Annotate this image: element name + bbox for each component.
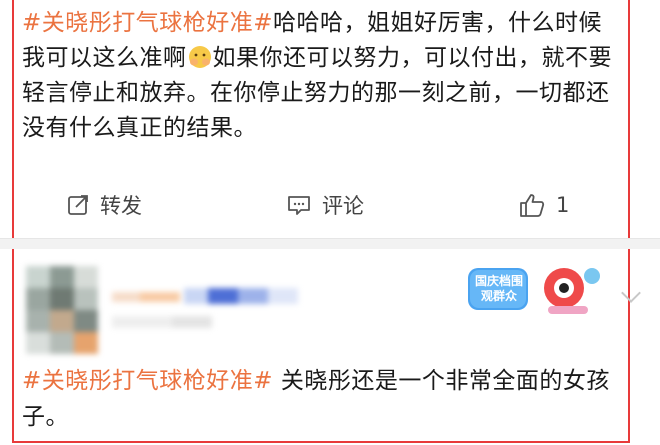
repost-icon — [68, 195, 88, 215]
comment-body: #关晓彤打气球枪好准# 关晓彤还是一个非常全面的女孩子。 — [22, 363, 622, 435]
comment-button[interactable]: 评论 — [286, 190, 364, 220]
thumbs-up-icon — [520, 194, 545, 217]
national-day-badge: 国庆档围观群众 — [466, 258, 616, 322]
badge-text: 国庆档围观群众 — [474, 274, 523, 303]
like-button[interactable]: 1 — [518, 190, 569, 220]
comment-label: 评论 — [322, 194, 364, 218]
like-count: 1 — [556, 193, 570, 217]
comment-hashtag-link[interactable]: #关晓彤打气球枪好准# — [22, 368, 273, 394]
action-bar: 转发 评论 1 — [22, 178, 622, 234]
post-hashtag-link[interactable]: #关晓彤打气球枪好准# — [22, 10, 273, 36]
section-divider — [0, 238, 660, 249]
repost-button[interactable]: 转发 — [66, 190, 142, 220]
face-hands-emoji-icon — [188, 46, 211, 68]
repost-label: 转发 — [100, 194, 142, 218]
avatar[interactable] — [26, 266, 98, 354]
username-obscured[interactable] — [112, 286, 312, 342]
comment-icon — [288, 196, 310, 215]
post-body: #关晓彤打气球枪好准#哈哈哈，姐姐好厉害，什么时候我可以这么准啊 如果你还可以努… — [22, 6, 622, 146]
